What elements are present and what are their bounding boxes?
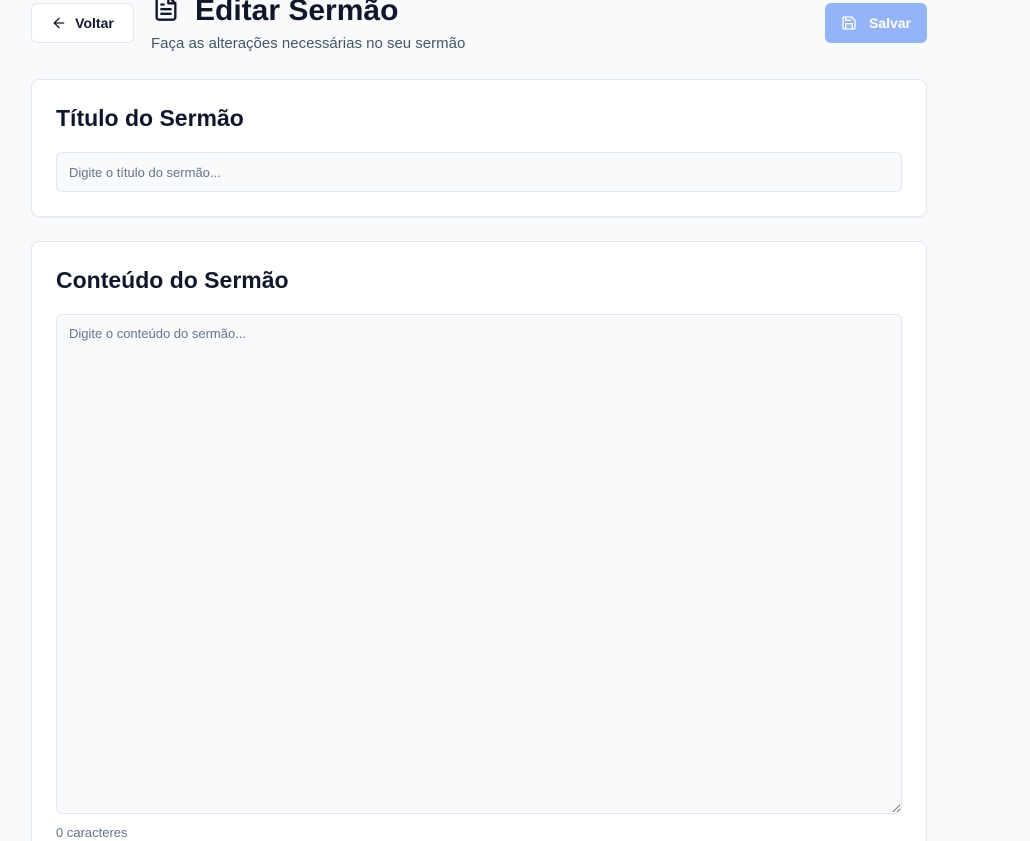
sermon-title-heading: Título do Sermão xyxy=(56,105,244,131)
edit-sermon-page: Voltar Editar Sermão Faça as alterações … xyxy=(0,0,1030,841)
page-subtitle: Faça as alterações necessárias no seu se… xyxy=(151,35,466,52)
sermon-title-input[interactable] xyxy=(56,152,902,192)
arrow-left-icon xyxy=(53,17,65,29)
back-button-label: Voltar xyxy=(75,15,114,31)
save-icon xyxy=(842,16,856,30)
sermon-title-card: Título do Sermão xyxy=(31,79,927,217)
back-button[interactable]: Voltar xyxy=(31,3,134,43)
save-button[interactable]: Salvar xyxy=(825,3,927,43)
file-text-icon xyxy=(155,0,177,21)
sermon-content-textarea[interactable] xyxy=(56,314,902,814)
save-button-label: Salvar xyxy=(868,15,912,31)
character-count: 0 caracteres xyxy=(56,825,128,840)
sermon-content-heading: Conteúdo do Sermão xyxy=(56,267,289,293)
sermon-content-card: Conteúdo do Sermão 0 caracteres xyxy=(31,241,927,841)
page-title: Editar Sermão xyxy=(195,0,399,27)
